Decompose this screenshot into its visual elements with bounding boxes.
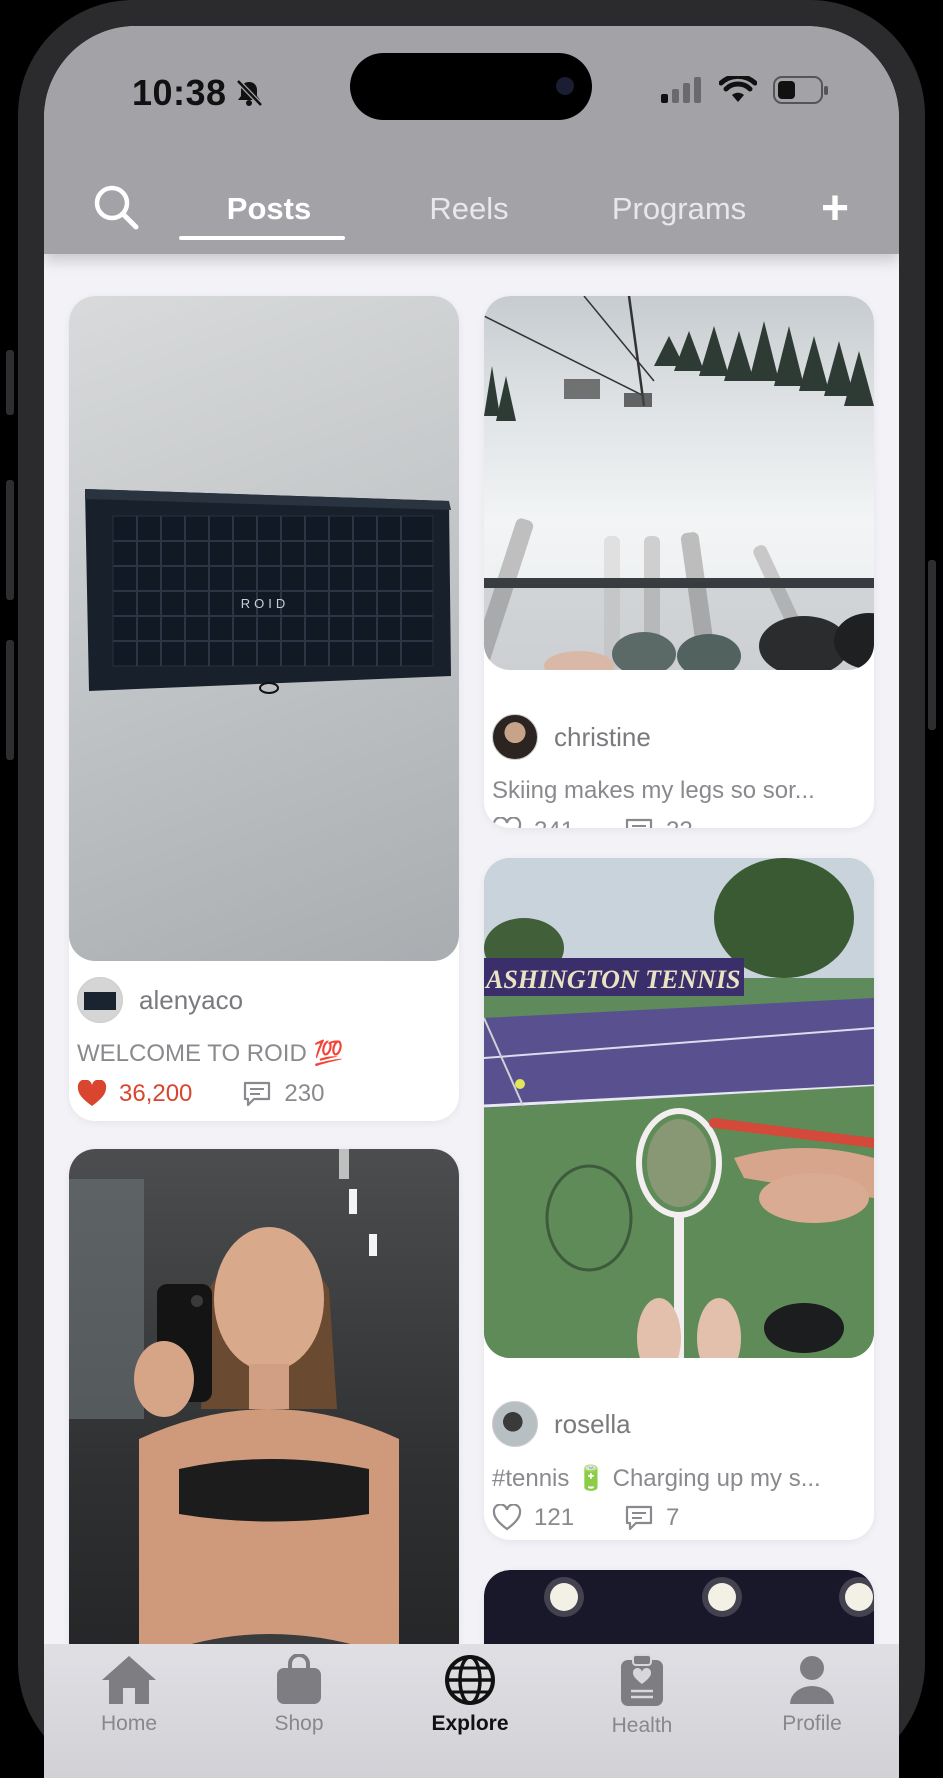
avatar <box>492 714 538 760</box>
app-screen: 10:38 Posts Reels Programs + ROID alenya… <box>44 26 899 1778</box>
feed-tabs: Posts Reels Programs + <box>44 185 899 251</box>
person-icon <box>790 1656 834 1704</box>
nav-label: Explore <box>431 1712 509 1735</box>
nav-label: Home <box>100 1712 158 1735</box>
status-icons <box>659 76 829 104</box>
post-card[interactable] <box>69 1149 459 1669</box>
post-author[interactable]: rosella <box>492 1401 631 1447</box>
avatar <box>492 1401 538 1447</box>
globe-icon <box>445 1655 495 1705</box>
signal-icon <box>661 77 701 103</box>
post-stats: 36,200 230 <box>77 1080 324 1108</box>
wifi-icon <box>719 76 757 102</box>
bag-icon <box>277 1654 321 1704</box>
clipboard-heart-icon <box>621 1654 663 1706</box>
dynamic-island <box>350 53 592 120</box>
post-caption: Skiing makes my legs so sor... <box>492 777 815 804</box>
header: 10:38 Posts Reels Programs + <box>44 26 899 254</box>
username: alenyaco <box>139 984 244 1015</box>
volume-down-button <box>6 640 14 760</box>
search-icon[interactable] <box>92 183 142 233</box>
comment-count: 230 <box>284 1080 325 1107</box>
avatar <box>77 977 123 1023</box>
roid-logo-text: ROID <box>241 596 290 611</box>
ski-lift-illustration <box>484 296 874 670</box>
nav-home[interactable]: Home <box>69 1654 189 1736</box>
nav-profile[interactable]: Profile <box>752 1654 872 1736</box>
nav-label: Health <box>611 1714 673 1737</box>
action-button <box>6 350 14 415</box>
bell-slash-icon <box>236 79 263 107</box>
camera-icon <box>556 77 574 95</box>
post-image[interactable]: ROID <box>69 296 459 961</box>
post-author[interactable]: alenyaco <box>77 977 243 1023</box>
post-caption: WELCOME TO ROID 💯 <box>77 1040 344 1067</box>
tennis-court-illustration: ASHINGTON TENNIS <box>484 858 874 1358</box>
battery-icon <box>773 76 828 104</box>
roid-device-illustration: ROID <box>85 489 451 694</box>
username: rosella <box>554 1408 631 1439</box>
comment-count: 22 <box>666 817 693 828</box>
comment-icon[interactable] <box>242 1080 272 1108</box>
username: christine <box>554 721 651 752</box>
bottom-nav: Home Shop Explore Health Profile <box>44 1644 899 1778</box>
home-icon <box>102 1656 156 1704</box>
post-image[interactable] <box>69 1149 459 1669</box>
post-card[interactable]: christine Skiing makes my legs so sor...… <box>484 296 874 828</box>
heart-outline-icon[interactable] <box>492 817 522 828</box>
post-image[interactable]: ASHINGTON TENNIS <box>484 858 874 1358</box>
nav-health[interactable]: Health <box>582 1654 702 1738</box>
power-button <box>928 560 936 730</box>
post-stats: 121 7 <box>492 1504 679 1532</box>
like-count: 121 <box>534 1504 575 1531</box>
status-time: 10:38 <box>132 72 227 113</box>
add-post-button[interactable]: + <box>821 185 849 233</box>
active-tab-indicator <box>179 236 345 240</box>
post-card[interactable]: ROID alenyaco WELCOME TO ROID 💯 36,200 2… <box>69 296 459 1121</box>
tab-reels[interactable]: Reels <box>404 191 534 227</box>
post-caption: #tennis 🔋 Charging up my s... <box>492 1465 821 1492</box>
nav-label: Shop <box>274 1712 324 1735</box>
post-card[interactable]: ASHINGTON TENNIS rosella #tennis 🔋 Charg… <box>484 858 874 1540</box>
comment-icon[interactable] <box>624 1504 654 1532</box>
comment-icon[interactable] <box>624 817 654 828</box>
nav-explore[interactable]: Explore <box>410 1654 530 1736</box>
post-stats: 241 22 <box>492 817 693 828</box>
heart-filled-icon[interactable] <box>77 1080 107 1108</box>
tab-posts[interactable]: Posts <box>204 191 334 227</box>
post-image[interactable] <box>484 296 874 670</box>
like-count: 241 <box>534 817 574 828</box>
volume-up-button <box>6 480 14 600</box>
gym-selfie-illustration <box>69 1149 399 1669</box>
banner-text: ASHINGTON TENNIS <box>484 965 741 994</box>
comment-count: 7 <box>666 1504 680 1531</box>
like-count: 36,200 <box>119 1080 193 1107</box>
nav-label: Profile <box>782 1712 842 1735</box>
tab-programs[interactable]: Programs <box>594 191 764 227</box>
post-author[interactable]: christine <box>492 714 651 760</box>
nav-shop[interactable]: Shop <box>239 1654 359 1736</box>
heart-outline-icon[interactable] <box>492 1504 522 1532</box>
